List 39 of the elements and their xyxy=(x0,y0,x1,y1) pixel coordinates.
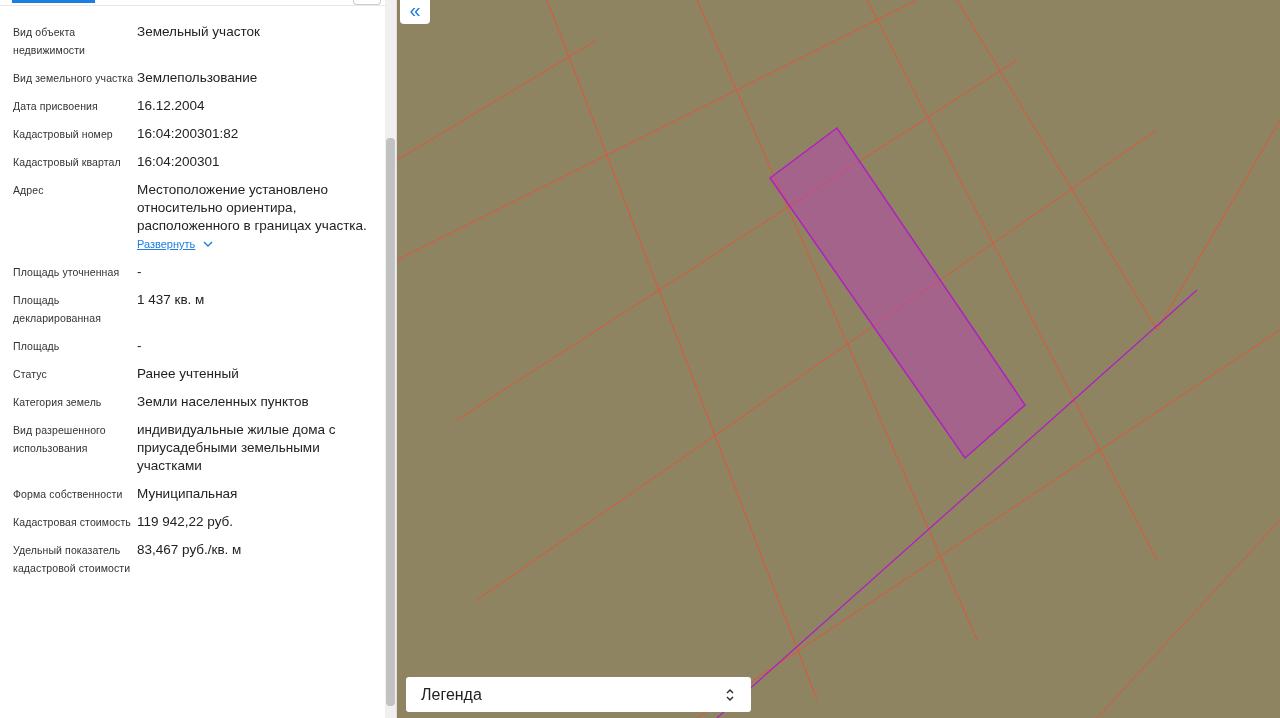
legend-label: Легенда xyxy=(421,685,482,704)
field-label: Статус xyxy=(13,367,48,382)
field-value: 16.12.2004 xyxy=(137,97,205,115)
expand-link[interactable]: Развернуть xyxy=(137,235,214,253)
field-value: Земли населенных пунктов xyxy=(137,393,309,411)
field-label: Вид объекта недвижимости xyxy=(13,25,87,58)
legend-dropdown[interactable]: Легенда xyxy=(406,677,751,712)
field-label: Вид земельного участка xyxy=(13,71,135,86)
field-label: Удельный показатель кадастровой стоимости xyxy=(13,543,132,576)
field-label: Категория земель xyxy=(13,395,103,410)
field-value: 119 942,22 руб. xyxy=(137,513,234,531)
chevron-down-icon xyxy=(203,241,214,247)
up-down-chevron-icon xyxy=(725,686,735,703)
field-value: Земельный участок xyxy=(137,23,260,41)
field-label: Площадь уточненная xyxy=(13,265,121,280)
field-label: Вид разрешенного использования xyxy=(13,423,107,456)
field-value: Землепользование xyxy=(137,69,258,87)
field-value: - xyxy=(137,263,142,281)
field-label: Дата присвоения xyxy=(13,99,99,114)
field-value: - xyxy=(137,337,142,355)
field-label: Площадь декларированная xyxy=(13,293,102,326)
field-value: Муниципальная xyxy=(137,485,238,503)
field-value: 16:04:200301:82 xyxy=(137,125,239,143)
field-label: Форма собственности xyxy=(13,487,124,502)
field-value: Ранее учтенный xyxy=(137,365,239,383)
field-label: Адрес xyxy=(13,183,45,198)
field-label: Кадастровый квартал xyxy=(13,155,122,170)
collapse-panel-button[interactable]: « xyxy=(400,0,430,24)
field-value: индивидуальные жилые дома с приусадебными земельными участками xyxy=(137,421,337,475)
field-value: 16:04:200301 xyxy=(137,153,220,171)
field-value: 83,467 руб./кв. м xyxy=(137,541,242,559)
panel-button[interactable] xyxy=(353,0,381,5)
field-value: Местоположение установлено относительно ориентира, расположенного в границах участка. xyxy=(137,181,368,235)
field-value: 1 437 кв. м xyxy=(137,291,205,309)
scrollbar-thumb[interactable] xyxy=(386,138,395,706)
field-label: Площадь xyxy=(13,339,61,354)
field-label: Кадастровый номер xyxy=(13,127,114,142)
scrollbar[interactable] xyxy=(385,0,396,718)
field-label: Кадастровая стоимость xyxy=(13,515,132,530)
